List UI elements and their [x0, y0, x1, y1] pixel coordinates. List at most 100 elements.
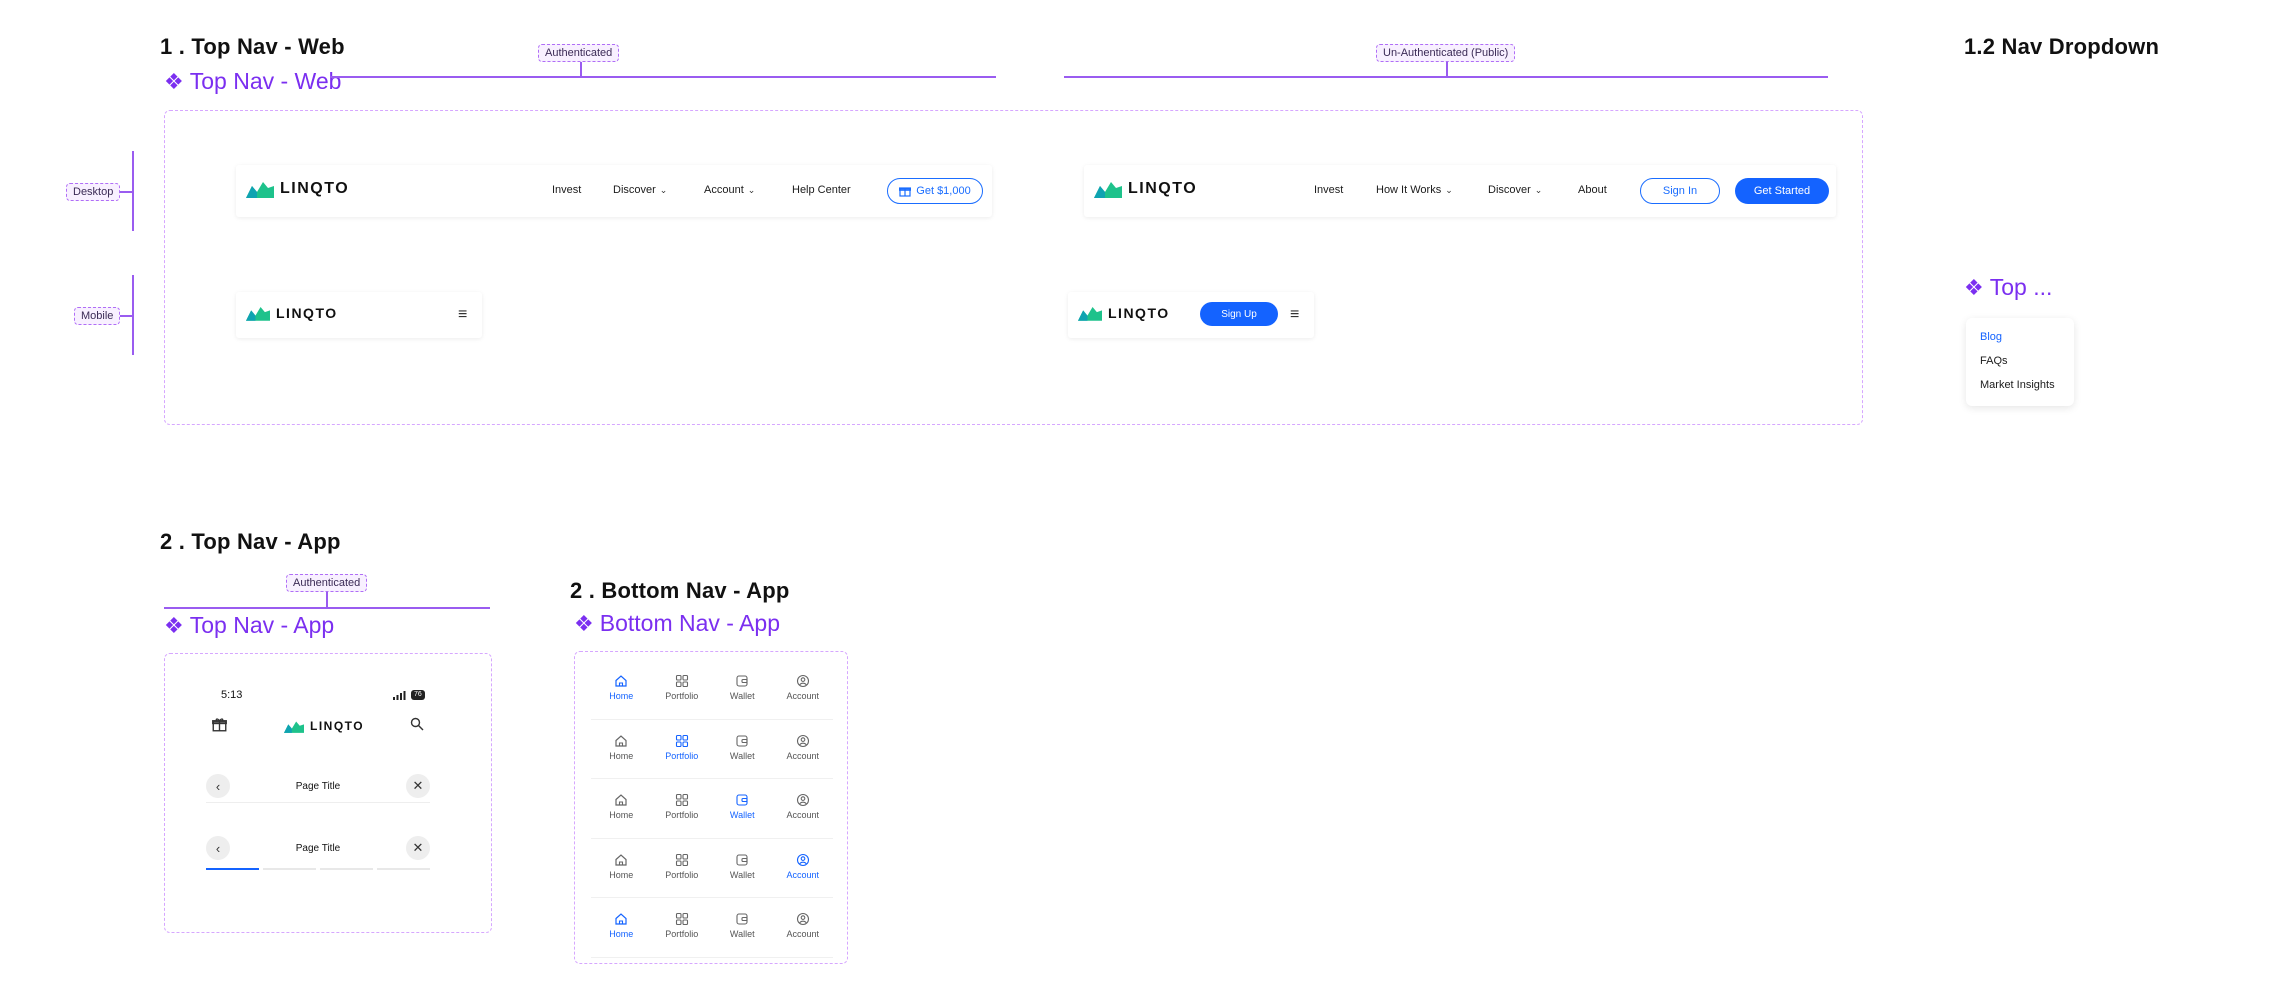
bottom-nav-bar: Home Portfolio Wallet Account — [591, 898, 833, 958]
web-nav-public-mobile: LINQTO Sign Up ≡ — [1068, 292, 1314, 338]
wallet-icon — [735, 674, 749, 688]
page-title-bar-progress: ‹ Page Title ✕ — [206, 836, 430, 870]
bottom-nav-item-account[interactable]: Account — [773, 734, 834, 779]
component-title-top-nav-app: ❖ Top Nav - App — [164, 612, 334, 639]
bottom-nav-label: Account — [786, 869, 820, 880]
linqto-logo-icon — [246, 182, 274, 198]
linqto-logo[interactable]: LINQTO — [284, 719, 364, 733]
bottom-nav-item-portfolio[interactable]: Portfolio — [652, 912, 713, 957]
nav-link-discover[interactable]: Discover ⌄ — [1488, 184, 1542, 196]
bottom-nav-label: Portfolio — [665, 929, 699, 939]
chevron-down-icon: ⌄ — [1534, 184, 1543, 195]
progress-step — [263, 868, 316, 870]
web-nav-public-desktop: LINQTO Invest How It Works ⌄ Discover ⌄ Ab… — [1084, 165, 1836, 217]
progress-step — [320, 868, 373, 870]
bottom-nav-label: Wallet — [729, 869, 755, 880]
user-circle-icon — [796, 853, 810, 867]
bottom-nav-item-account[interactable]: Account — [773, 912, 834, 957]
get-started-button[interactable]: Get Started — [1735, 178, 1829, 204]
bottom-nav-label: Home — [609, 810, 634, 820]
dropdown-item-blog[interactable]: Blog — [1980, 331, 2002, 343]
bottom-nav-item-account[interactable]: Account — [773, 793, 834, 838]
bottom-nav-bar: Home Portfolio Wallet Account — [591, 720, 834, 779]
wallet-icon — [735, 912, 749, 926]
bottom-nav-item-account[interactable]: Account — [773, 674, 834, 719]
component-icon: ❖ — [574, 610, 594, 636]
nav-link-how-it-works[interactable]: How It Works ⌄ — [1376, 184, 1453, 196]
app-authenticated-bracket-stem — [326, 592, 328, 607]
component-title-nav-dropdown: ❖ Top ... — [1964, 274, 2052, 301]
bottom-nav-label: Wallet — [729, 810, 755, 820]
bottom-nav-item-home[interactable]: Home — [591, 734, 652, 779]
bottom-nav-item-wallet[interactable]: Wallet — [712, 912, 773, 957]
nav-link-discover[interactable]: Discover ⌄ — [613, 184, 667, 196]
nav-link-help-center[interactable]: Help Center — [792, 184, 851, 196]
step-progress — [206, 868, 430, 870]
bottom-nav-label: Wallet — [729, 750, 755, 761]
nav-link-account[interactable]: Account ⌄ — [704, 184, 755, 196]
sign-up-button[interactable]: Sign Up — [1200, 302, 1278, 326]
bottom-nav-bar: Home Portfolio Wallet Account — [591, 839, 834, 898]
hamburger-menu-icon[interactable]: ≡ — [458, 307, 467, 323]
component-label: Top ... — [1989, 274, 2053, 300]
linqto-logo[interactable]: LINQTO — [1094, 180, 1197, 198]
unauthenticated-bracket-stem — [1446, 60, 1448, 77]
bottom-nav-item-wallet[interactable]: Wallet — [712, 793, 773, 838]
logo-text: LINQTO — [1108, 305, 1170, 321]
section-title-top-nav-app: 2 . Top Nav - App — [160, 529, 341, 554]
nav-link-about[interactable]: About — [1578, 184, 1607, 196]
nav-link-invest[interactable]: Invest — [1314, 184, 1343, 196]
bottom-nav-item-wallet[interactable]: Wallet — [712, 853, 773, 898]
component-title-top-nav-web: ❖ Top Nav - Web — [164, 68, 341, 95]
chevron-down-icon: ⌄ — [747, 184, 756, 195]
linqto-logo[interactable]: LINQTO — [246, 180, 349, 198]
nav-link-invest[interactable]: Invest — [552, 184, 581, 196]
bottom-nav-item-portfolio[interactable]: Portfolio — [652, 674, 713, 719]
bottom-nav-item-account[interactable]: Account — [773, 853, 834, 898]
component-icon: ❖ — [164, 612, 184, 638]
bottom-nav-label: Portfolio — [665, 750, 699, 761]
get-1000-button[interactable]: Get $1,000 — [887, 178, 983, 204]
dropdown-item-faqs[interactable]: FAQs — [1980, 355, 2008, 367]
logo-text: LINQTO — [310, 719, 365, 733]
sign-in-button[interactable]: Sign In — [1640, 178, 1720, 204]
bottom-nav-item-home[interactable]: Home — [591, 793, 652, 838]
bottom-nav-item-portfolio[interactable]: Portfolio — [652, 853, 713, 898]
hamburger-menu-icon[interactable]: ≡ — [1290, 307, 1299, 323]
bottom-nav-item-wallet[interactable]: Wallet — [712, 674, 773, 719]
home-icon — [614, 674, 628, 688]
chevron-down-icon: ⌄ — [1445, 184, 1453, 195]
battery-icon: 76 — [411, 690, 425, 700]
section-title-bottom-nav-app: 2 . Bottom Nav - App — [570, 578, 790, 603]
bottom-nav-item-home[interactable]: Home — [591, 912, 652, 957]
close-button[interactable]: ✕ — [406, 836, 430, 860]
grid-icon — [675, 734, 689, 748]
home-icon — [614, 734, 628, 748]
linqto-logo[interactable]: LINQTO — [246, 305, 338, 321]
linqto-logo[interactable]: LINQTO — [1078, 305, 1170, 321]
linqto-logo-icon — [1094, 182, 1122, 198]
web-nav-auth-mobile: LINQTO ≡ — [236, 292, 482, 338]
page-title: Page Title — [295, 843, 341, 854]
bottom-nav-label: Portfolio — [665, 691, 699, 701]
nav-dropdown-menu: Blog FAQs Market Insights — [1966, 318, 2074, 406]
grid-icon — [675, 674, 689, 688]
tag-app-authenticated: Authenticated — [286, 574, 368, 592]
close-icon: ✕ — [412, 840, 424, 855]
gift-icon[interactable] — [212, 717, 227, 737]
bottom-nav-variants: Home Portfolio Wallet Account Home Portfolio W… — [591, 660, 833, 958]
bottom-nav-label: Account — [786, 691, 820, 701]
bottom-nav-item-portfolio[interactable]: Portfolio — [652, 793, 713, 838]
component-title-bottom-nav-app: ❖ Bottom Nav - App — [574, 610, 780, 637]
web-nav-auth-desktop: LINQTO Invest Discover ⌄ Account ⌄ Help Ce… — [236, 165, 992, 217]
dropdown-item-market-insights[interactable]: Market Insights — [1980, 379, 2055, 391]
close-button[interactable]: ✕ — [406, 774, 430, 798]
bottom-nav-item-portfolio[interactable]: Portfolio — [652, 734, 713, 779]
component-label: Bottom Nav - App — [599, 610, 780, 636]
bottom-nav-item-home[interactable]: Home — [591, 674, 652, 719]
bottom-nav-item-home[interactable]: Home — [591, 853, 652, 898]
bottom-nav-item-wallet[interactable]: Wallet — [712, 734, 773, 779]
bottom-nav-bar: Home Portfolio Wallet Account — [591, 779, 833, 839]
search-icon[interactable] — [410, 717, 424, 736]
component-label: Top Nav - App — [189, 612, 335, 638]
